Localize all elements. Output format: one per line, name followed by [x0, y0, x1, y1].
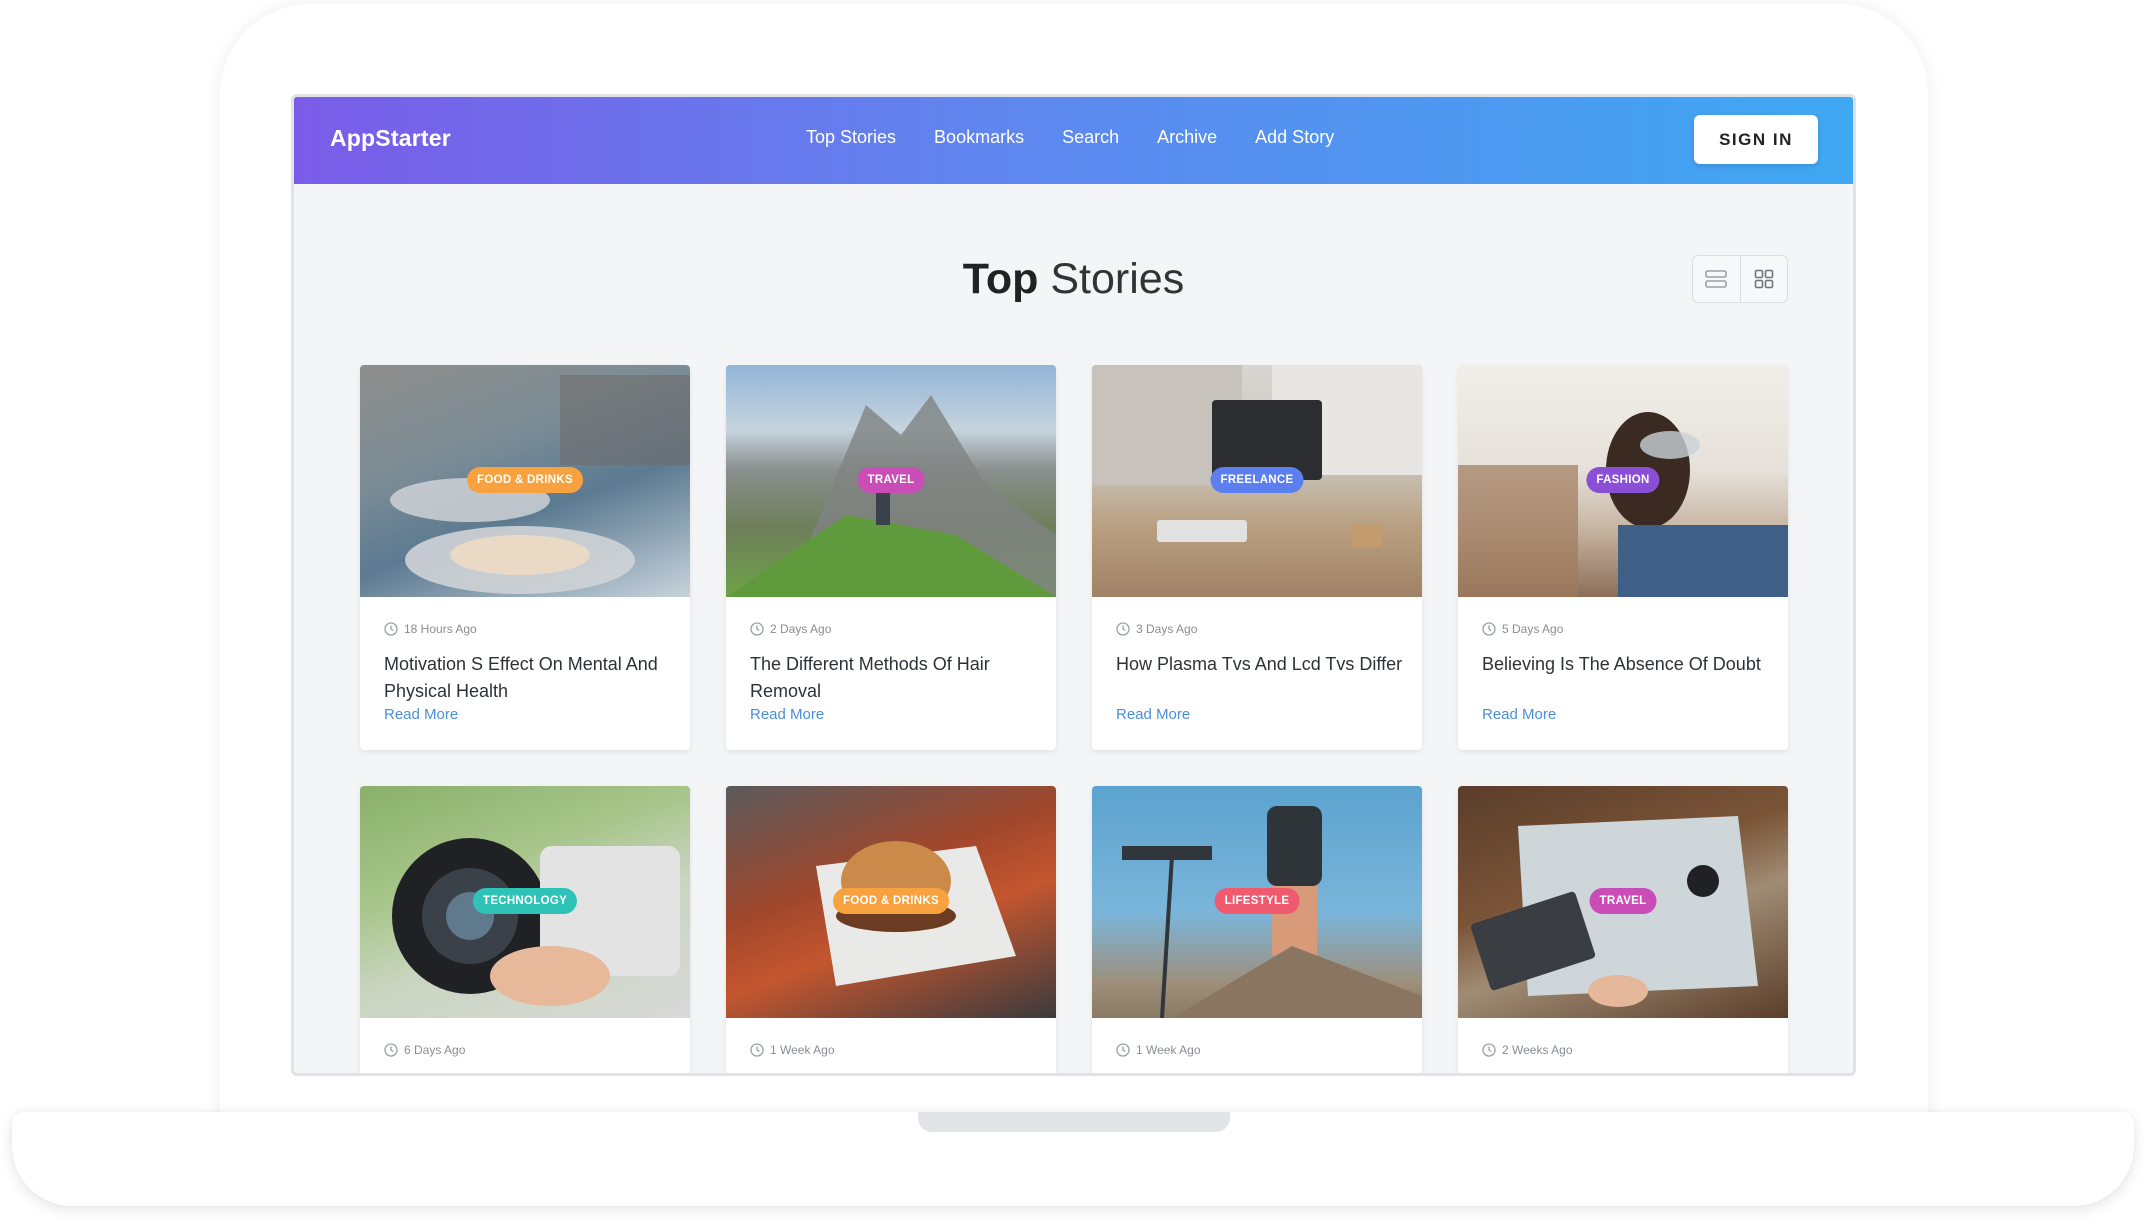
clock-icon	[750, 622, 764, 636]
story-card[interactable]: TECHNOLOGY 6 Days Ago	[360, 786, 690, 1073]
list-view-button[interactable]	[1693, 256, 1740, 302]
nav-link-archive[interactable]: Archive	[1157, 127, 1217, 148]
story-title[interactable]: The Different Methods Of Hair Removal	[750, 651, 1040, 705]
category-badge[interactable]: FOOD & DRINKS	[833, 888, 949, 914]
story-card[interactable]: FASHION 5 Days Ago Believing Is The Abse…	[1458, 365, 1788, 750]
story-meta: 1 Week Ago	[1116, 1043, 1201, 1057]
story-time: 18 Hours Ago	[404, 622, 477, 636]
category-badge[interactable]: TRAVEL	[857, 467, 925, 493]
story-card[interactable]: FOOD & DRINKS 18 Hours Ago Motivation S …	[360, 365, 690, 750]
clock-icon	[1482, 1043, 1496, 1057]
nav-link-search[interactable]: Search	[1062, 127, 1119, 148]
list-view-icon	[1705, 270, 1728, 288]
sign-in-button[interactable]: SIGN IN	[1694, 115, 1818, 164]
view-toggle	[1692, 255, 1788, 303]
story-title[interactable]: Motivation S Effect On Mental And Physic…	[384, 651, 674, 705]
clock-icon	[384, 622, 398, 636]
story-time: 2 Days Ago	[770, 622, 832, 636]
category-badge[interactable]: FREELANCE	[1210, 467, 1304, 493]
read-more-link[interactable]: Read More	[384, 706, 458, 723]
story-card[interactable]: TRAVEL 2 Weeks Ago	[1458, 786, 1788, 1073]
story-meta: 5 Days Ago	[1482, 622, 1563, 636]
story-card[interactable]: FREELANCE 3 Days Ago How Plasma Tvs And …	[1092, 365, 1422, 750]
app-screen: AppStarter Top Stories Bookmarks Search …	[291, 94, 1856, 1076]
clock-icon	[750, 1043, 764, 1057]
story-time: 5 Days Ago	[1502, 622, 1564, 636]
story-meta: 18 Hours Ago	[384, 622, 477, 636]
story-meta: 2 Weeks Ago	[1482, 1043, 1573, 1057]
story-title[interactable]: Believing Is The Absence Of Doubt	[1482, 651, 1772, 678]
story-meta: 1 Week Ago	[750, 1043, 835, 1057]
laptop-notch	[918, 1112, 1230, 1132]
category-badge[interactable]: LIFESTYLE	[1214, 888, 1300, 914]
clock-icon	[384, 1043, 398, 1057]
clock-icon	[1482, 622, 1496, 636]
read-more-link[interactable]: Read More	[1116, 706, 1190, 723]
story-time: 2 Weeks Ago	[1502, 1043, 1573, 1057]
story-time: 1 Week Ago	[770, 1043, 835, 1057]
story-meta: 6 Days Ago	[384, 1043, 465, 1057]
category-badge[interactable]: TRAVEL	[1589, 888, 1657, 914]
story-time: 1 Week Ago	[1136, 1043, 1201, 1057]
brand-logo[interactable]: AppStarter	[330, 125, 451, 152]
read-more-link[interactable]: Read More	[750, 706, 824, 723]
navbar: AppStarter Top Stories Bookmarks Search …	[294, 97, 1853, 184]
page-title-light: Stories	[1050, 255, 1185, 303]
read-more-link[interactable]: Read More	[1482, 706, 1556, 723]
category-badge[interactable]: TECHNOLOGY	[472, 888, 578, 914]
story-meta: 2 Days Ago	[750, 622, 831, 636]
page-title-strong: Top	[962, 255, 1039, 303]
story-time: 3 Days Ago	[1136, 622, 1198, 636]
story-title[interactable]: How Plasma Tvs And Lcd Tvs Differ	[1116, 651, 1406, 678]
story-time: 6 Days Ago	[404, 1043, 466, 1057]
clock-icon	[1116, 1043, 1130, 1057]
nav-link-bookmarks[interactable]: Bookmarks	[934, 127, 1024, 148]
grid-view-icon	[1754, 269, 1774, 289]
nav-link-add-story[interactable]: Add Story	[1255, 127, 1334, 148]
story-card[interactable]: LIFESTYLE 1 Week Ago	[1092, 786, 1422, 1073]
story-card[interactable]: TRAVEL 2 Days Ago The Different Methods …	[726, 365, 1056, 750]
category-badge[interactable]: FASHION	[1586, 467, 1660, 493]
page-title: Top Stories	[294, 255, 1853, 304]
story-card[interactable]: FOOD & DRINKS 1 Week Ago	[726, 786, 1056, 1073]
nav-link-top-stories[interactable]: Top Stories	[806, 127, 896, 148]
clock-icon	[1116, 622, 1130, 636]
category-badge[interactable]: FOOD & DRINKS	[467, 467, 583, 493]
nav-links: Top Stories Bookmarks Search Archive Add…	[806, 127, 1372, 148]
grid-view-button[interactable]	[1739, 256, 1787, 302]
story-meta: 3 Days Ago	[1116, 622, 1197, 636]
